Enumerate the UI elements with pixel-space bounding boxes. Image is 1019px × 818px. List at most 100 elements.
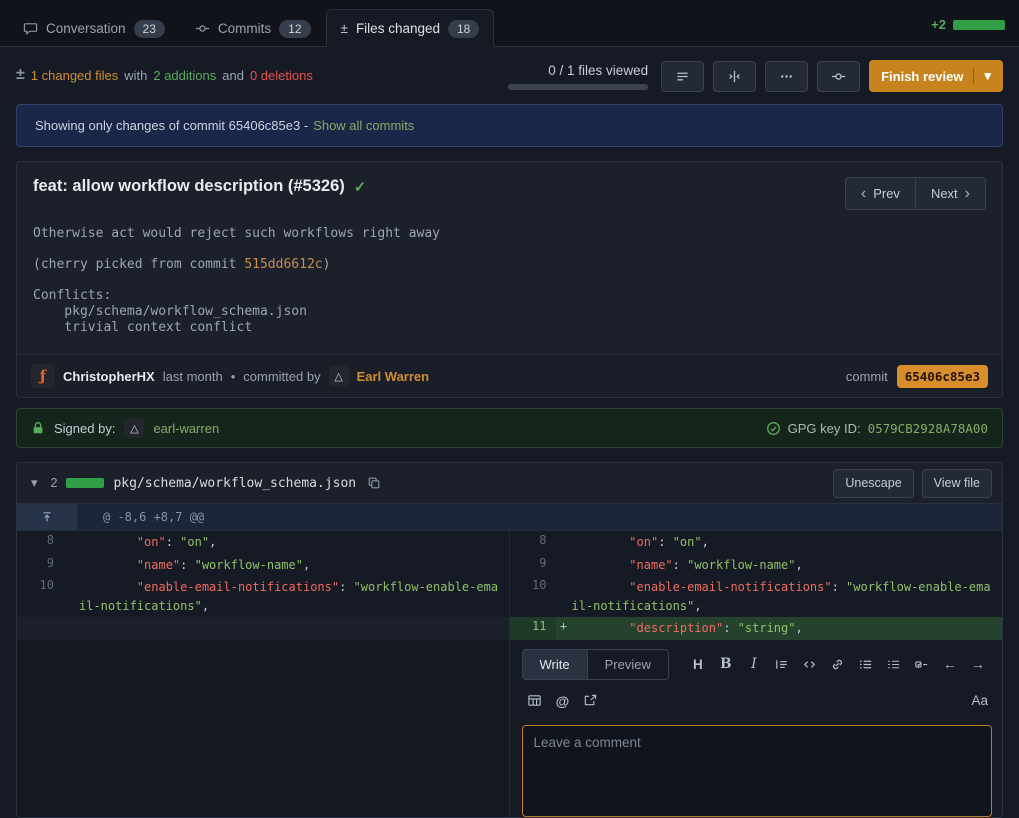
more-options-button[interactable] xyxy=(765,61,808,92)
diff-right-cell: 8 "on": "on", xyxy=(510,531,1003,554)
commit-select-button[interactable] xyxy=(817,61,860,92)
unfold-up-icon xyxy=(40,510,54,524)
conversation-count-badge: 23 xyxy=(134,20,165,38)
table-button[interactable] xyxy=(522,688,548,714)
diff-row: 9 "name": "workflow-name", 9 "name": "wo… xyxy=(17,554,1002,577)
chevron-down-icon xyxy=(973,68,991,84)
file-name-link[interactable]: pkg/schema/workflow_schema.json xyxy=(113,476,356,491)
diff-row-added: 11 + "description": "string", xyxy=(17,617,1002,640)
bullet-list-icon xyxy=(858,657,873,672)
new-line-number[interactable]: 11 xyxy=(510,617,556,640)
code-button[interactable] xyxy=(797,651,823,677)
old-line-number[interactable]: 10 xyxy=(17,576,63,617)
markdown-toolbar-secondary xyxy=(522,688,993,714)
triangle-logo-icon xyxy=(334,370,342,383)
diff-sign xyxy=(556,554,572,577)
old-line-number[interactable]: 9 xyxy=(17,554,63,577)
whitespace-options-button[interactable] xyxy=(661,61,704,92)
new-line-number[interactable]: 10 xyxy=(510,576,556,617)
file-actions: Unescape View file xyxy=(833,469,992,498)
split-view-icon xyxy=(727,69,742,84)
committer-avatar[interactable] xyxy=(329,366,349,386)
diff-summary-row: 1 changed files with 2 additions and 0 d… xyxy=(16,60,1003,92)
numbered-list-button[interactable] xyxy=(881,651,907,677)
commit-message-line: Otherwise act would reject such workflow… xyxy=(33,226,986,242)
gpg-key-label: GPG key ID: xyxy=(788,421,861,436)
code-line: "on": "on", xyxy=(79,531,509,554)
task-list-button[interactable] xyxy=(909,651,935,677)
bold-button[interactable] xyxy=(713,651,739,677)
diff-view-toggle-button[interactable] xyxy=(713,61,756,92)
chevron-left-icon xyxy=(861,185,866,203)
deletions-count: 0 deletions xyxy=(250,68,313,83)
diff-row: 8 "on": "on", 8 "on": "on", xyxy=(17,531,1002,554)
mention-button[interactable] xyxy=(550,688,576,714)
ci-success-icon[interactable] xyxy=(354,178,367,196)
comment-textarea[interactable] xyxy=(522,725,993,817)
commit-message-line: trivial context conflict xyxy=(33,320,986,336)
diff-sign xyxy=(63,576,79,617)
view-file-button[interactable]: View file xyxy=(922,469,992,498)
old-line-number[interactable]: 8 xyxy=(17,531,63,554)
global-diffstat: +2 xyxy=(931,17,1005,32)
heading-button[interactable] xyxy=(685,651,711,677)
tab-files-changed[interactable]: Files changed 18 xyxy=(326,9,495,47)
committer-name-link[interactable]: Earl Warren xyxy=(357,369,430,384)
changed-files-link[interactable]: 1 changed files xyxy=(31,68,118,83)
signer-name-link[interactable]: earl-warren xyxy=(153,421,219,436)
bullet-list-button[interactable] xyxy=(853,651,879,677)
tab-conversation-label: Conversation xyxy=(46,21,126,36)
prev-commit-button[interactable]: Prev xyxy=(845,177,916,210)
editor-mode-tabs: Write Preview xyxy=(522,649,669,680)
diff-row: 10 "enable-email-notifications": "workfl… xyxy=(17,576,1002,617)
show-all-commits-link[interactable]: Show all commits xyxy=(313,118,414,133)
file-fold-button[interactable] xyxy=(27,473,42,493)
commit-message-body: Otherwise act would reject such workflow… xyxy=(17,214,1002,354)
font-size-button[interactable] xyxy=(967,688,992,714)
file-diff-box: 2 pkg/schema/workflow_schema.json Unesca… xyxy=(16,462,1003,818)
redo-button[interactable] xyxy=(965,651,991,677)
prev-label: Prev xyxy=(873,186,900,201)
new-line-number[interactable]: 8 xyxy=(510,531,556,554)
commit-message-line: (cherry picked from commit 515dd6612c) xyxy=(33,257,986,273)
copy-filename-button[interactable] xyxy=(365,474,383,492)
finish-review-label: Finish review xyxy=(881,69,963,84)
signer-avatar[interactable] xyxy=(124,418,144,438)
code-line: "enable-email-notifications": "workflow-… xyxy=(572,576,1003,617)
diff-stats-expander-icon[interactable] xyxy=(16,66,25,84)
cross-reference-icon xyxy=(583,693,598,708)
tab-conversation[interactable]: Conversation 23 xyxy=(8,9,180,47)
author-name-link[interactable]: ChristopherHX xyxy=(63,369,155,384)
code-icon xyxy=(802,657,817,672)
commit-filter-banner: Showing only changes of commit 65406c85e… xyxy=(16,104,1003,147)
chevron-right-icon xyxy=(965,185,970,203)
quote-button[interactable] xyxy=(769,651,795,677)
finish-review-button[interactable]: Finish review xyxy=(869,60,1003,92)
diffstat-bar xyxy=(953,20,1005,30)
new-line-number[interactable]: 9 xyxy=(510,554,556,577)
gpg-key-area: GPG key ID: 0579CB2928A78A00 xyxy=(766,421,988,436)
cherry-pick-sha-link[interactable]: 515dd6612c xyxy=(244,257,322,272)
diff-toolbar: 0 / 1 files viewed xyxy=(508,60,1003,92)
files-viewed-progress: 0 / 1 files viewed xyxy=(508,63,648,90)
next-commit-button[interactable]: Next xyxy=(915,177,986,210)
files-changed-panel: 1 changed files with 2 additions and 0 d… xyxy=(0,47,1019,818)
diff-empty-cell xyxy=(17,640,510,817)
unescape-button[interactable]: Unescape xyxy=(833,469,913,498)
write-tab[interactable]: Write xyxy=(522,649,588,680)
task-list-icon xyxy=(914,657,929,672)
tab-commits[interactable]: Commits 12 xyxy=(180,9,326,47)
link-button[interactable] xyxy=(825,651,851,677)
summary-and-text: and xyxy=(222,68,244,83)
expand-hunk-button[interactable] xyxy=(40,510,54,524)
code-line: "name": "workflow-name", xyxy=(79,554,509,577)
table-icon xyxy=(527,693,542,708)
author-avatar[interactable] xyxy=(31,364,55,388)
markdown-editor-header: Write Preview xyxy=(522,649,993,680)
undo-button[interactable] xyxy=(937,651,963,677)
reference-button[interactable] xyxy=(578,688,604,714)
diff-left-cell: 10 "enable-email-notifications": "workfl… xyxy=(17,576,510,617)
italic-button[interactable] xyxy=(741,651,767,677)
preview-tab[interactable]: Preview xyxy=(587,649,669,680)
commit-sha-badge[interactable]: 65406c85e3 xyxy=(897,365,988,388)
